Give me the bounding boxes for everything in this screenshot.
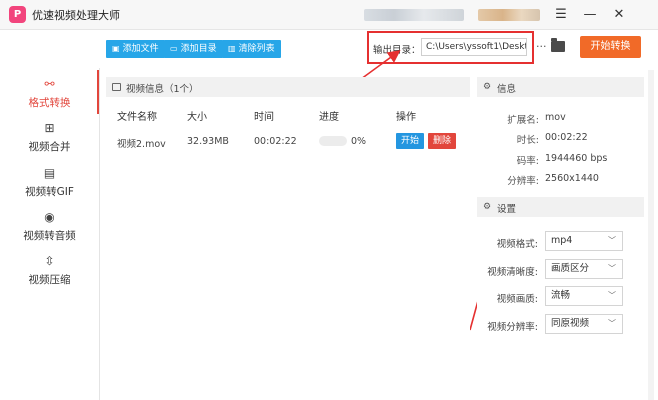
audio-icon: ◉ [44, 210, 55, 224]
chevron-down-icon: ﹀ [608, 264, 616, 273]
gif-icon: ▤ [43, 166, 56, 180]
title-bar: P 优速视频处理大师 ☰ — ✕ [0, 0, 658, 30]
info-duration-value: 00:02:22 [545, 132, 588, 143]
video-format-label: 视频格式: [496, 239, 538, 250]
video-format-select[interactable]: mp4 ﹀ [545, 231, 623, 251]
row-progress-text: 0% [351, 136, 367, 147]
blurred-account-area [364, 9, 464, 21]
app-logo-icon: P [9, 6, 26, 23]
minimize-icon[interactable]: — [580, 5, 600, 25]
gear-icon: ⚙ [483, 202, 492, 212]
info-duration-label: 时长: [516, 135, 539, 146]
add-folder-label: 添加目录 [180, 44, 217, 54]
video-info-header: 视频信息（1个） [106, 77, 470, 97]
clear-list-label: 清除列表 [238, 44, 275, 54]
info-bitrate-value: 1944460 bps [545, 153, 608, 164]
chevron-down-icon: ﹀ [608, 291, 616, 300]
format-convert-icon: ⚯ [44, 77, 55, 91]
video-quality-value: 流畅 [551, 290, 571, 301]
video-resolution-value: 同原视频 [551, 318, 590, 329]
row-start-button[interactable]: 开始 [396, 133, 424, 149]
video-resolution-select[interactable]: 同原视频 ﹀ [545, 314, 623, 334]
row-progress-bar [319, 136, 347, 146]
folder-icon: ▭ [170, 44, 178, 53]
clear-list-button[interactable]: ▥ 清除列表 [222, 40, 281, 58]
add-file-button[interactable]: ▣ 添加文件 [106, 40, 165, 58]
col-header-action: 操作 [396, 112, 416, 123]
close-icon[interactable]: ✕ [609, 5, 629, 25]
blurred-user-avatar [478, 9, 540, 21]
video-clarity-value: 画质区分 [551, 263, 590, 274]
sidebar-item-video-to-audio[interactable]: ◉ 视频转音频 [0, 210, 99, 246]
info-header: ⚙ 信息 [477, 77, 644, 97]
video-info-title: 视频信息（1个） [126, 84, 199, 95]
start-convert-button[interactable]: 开始转换 [580, 36, 641, 58]
sidebar-divider [99, 68, 100, 400]
gear-icon: ⚙ [483, 82, 492, 92]
settings-header: ⚙ 设置 [477, 197, 644, 217]
info-title: 信息 [497, 84, 517, 95]
col-header-size: 大小 [187, 112, 207, 123]
info-bitrate-label: 码率: [516, 156, 539, 167]
sidebar-item-label: 视频转音频 [23, 230, 76, 242]
sidebar-item-label: 视频合并 [28, 141, 71, 153]
info-resolution-label: 分辨率: [507, 176, 539, 187]
open-folder-icon[interactable] [551, 38, 565, 52]
video-quality-label: 视频画质: [496, 294, 538, 305]
add-folder-button[interactable]: ▭ 添加目录 [164, 40, 223, 58]
add-file-icon: ▣ [112, 44, 120, 53]
sidebar: ⚯ 格式转换 ⊞ 视频合并 ▤ 视频转GIF ◉ 视频转音频 ⇳ 视频压缩 [0, 68, 99, 400]
row-duration: 00:02:22 [254, 136, 297, 147]
sidebar-item-video-compress[interactable]: ⇳ 视频压缩 [0, 254, 99, 290]
info-ext-label: 扩展名: [507, 115, 539, 126]
sidebar-item-video-to-gif[interactable]: ▤ 视频转GIF [0, 166, 99, 202]
sidebar-item-label: 视频压缩 [28, 274, 71, 286]
video-format-value: mp4 [551, 235, 573, 246]
output-dir-highlight [367, 31, 534, 64]
image-icon [112, 83, 121, 91]
video-quality-select[interactable]: 流畅 ﹀ [545, 286, 623, 306]
col-header-name: 文件名称 [117, 112, 157, 123]
sidebar-item-label: 格式转换 [28, 97, 71, 109]
settings-title: 设置 [497, 204, 517, 215]
row-file-name: 视频2.mov [117, 139, 166, 150]
trash-icon: ▥ [228, 44, 236, 53]
sidebar-item-format-convert[interactable]: ⚯ 格式转换 [0, 77, 99, 113]
row-delete-button[interactable]: 删除 [428, 133, 456, 149]
vertical-scrollbar[interactable] [648, 70, 654, 400]
row-file-size: 32.93MB [187, 136, 229, 147]
chevron-down-icon: ﹀ [608, 319, 616, 328]
chevron-down-icon: ﹀ [608, 236, 616, 245]
col-header-time: 时间 [254, 112, 274, 123]
video-merge-icon: ⊞ [44, 121, 55, 135]
menu-icon[interactable]: ☰ [551, 5, 571, 25]
add-file-label: 添加文件 [122, 44, 159, 54]
col-header-progress: 进度 [319, 112, 339, 123]
sidebar-item-video-merge[interactable]: ⊞ 视频合并 [0, 121, 99, 157]
video-clarity-select[interactable]: 画质区分 ﹀ [545, 259, 623, 279]
video-resolution-label: 视频分辨率: [487, 322, 538, 333]
info-ext-value: mov [545, 112, 566, 123]
sidebar-item-label: 视频转GIF [25, 186, 74, 198]
info-resolution-value: 2560x1440 [545, 173, 599, 184]
compress-icon: ⇳ [44, 254, 55, 268]
more-options-icon[interactable]: ··· [536, 40, 547, 53]
app-title: 优速视频处理大师 [32, 9, 120, 22]
video-clarity-label: 视频清晰度: [487, 267, 538, 278]
